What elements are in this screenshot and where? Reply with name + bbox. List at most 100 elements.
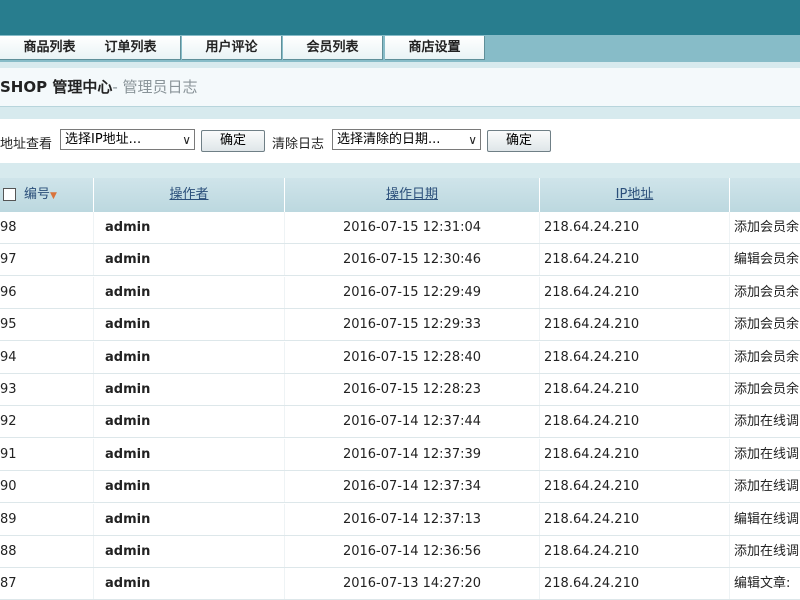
row-date: 2016-07-14 12:36:56 (285, 536, 540, 567)
page-title-sub: - 管理员日志 (112, 78, 198, 96)
row-id: 89 (0, 503, 94, 535)
clear-date-select-value: 选择清除的日期... (337, 132, 441, 147)
row-operator: admin (94, 212, 285, 243)
row-date: 2016-07-15 12:28:40 (285, 341, 540, 373)
column-header-action (730, 178, 800, 212)
table-row: 93 admin 2016-07-15 12:28:23 218.64.24.210 添… (0, 374, 800, 406)
column-header-date[interactable]: 操作日期 (285, 178, 540, 212)
row-operator: admin (94, 341, 285, 373)
row-date: 2016-07-13 14:27:20 (285, 568, 540, 600)
row-id: 98 (0, 212, 94, 243)
clear-date-select[interactable]: 选择清除的日期... ∨ (332, 129, 481, 150)
row-date: 2016-07-15 12:31:04 (285, 212, 540, 243)
row-operator: admin (94, 374, 285, 405)
row-action: 编辑在线调 (734, 511, 800, 527)
row-date: 2016-07-14 12:37:34 (285, 471, 540, 503)
row-action: 添加在线调 (734, 544, 800, 559)
row-operator: admin (94, 503, 285, 535)
row-date: 2016-07-14 12:37:39 (285, 438, 540, 470)
row-action: 编辑会员余 (734, 252, 800, 268)
row-ip-address: 218.64.24.210 (540, 374, 730, 405)
row-ip-address: 218.64.24.210 (540, 471, 730, 503)
row-action: 添加会员余 (734, 382, 800, 397)
row-id: 92 (0, 406, 94, 438)
ip-confirm-button[interactable]: 确定 (201, 130, 265, 152)
table-row: 90 admin 2016-07-14 12:37:34 218.64.24.210 添… (0, 471, 800, 504)
table-row: 98 admin 2016-07-15 12:31:04 218.64.24.210 添… (0, 212, 800, 244)
row-id: 95 (0, 309, 94, 341)
row-action: 添加会员余 (734, 349, 800, 365)
row-id: 93 (0, 374, 94, 405)
row-operator: admin (94, 406, 285, 438)
tab-shop-settings[interactable]: 商店设置 (385, 36, 485, 60)
ip-select[interactable]: 选择IP地址... ∨ (60, 129, 195, 150)
row-id: 97 (0, 244, 94, 276)
row-action: 添加会员余 (734, 220, 800, 235)
divider-strip (0, 163, 800, 178)
row-operator: admin (94, 244, 285, 276)
row-id: 91 (0, 438, 94, 470)
row-ip-address: 218.64.24.210 (540, 536, 730, 567)
row-ip-address: 218.64.24.210 (540, 438, 730, 470)
page-title: SHOP 管理中心- 管理员日志 (0, 68, 800, 107)
row-operator: admin (94, 309, 285, 341)
row-date: 2016-07-15 12:29:49 (285, 276, 540, 308)
top-banner (0, 0, 800, 35)
select-all-checkbox[interactable] (3, 188, 16, 201)
sort-by-id-link[interactable]: 编号▼ (24, 178, 57, 213)
table-header: 编号▼ 操作者 操作日期 IP地址 (0, 178, 800, 212)
clear-confirm-button[interactable]: 确定 (487, 130, 551, 152)
tab-orders[interactable]: 订单列表 (81, 36, 181, 60)
row-ip-address: 218.64.24.210 (540, 341, 730, 373)
row-action: 添加在线调 (734, 446, 800, 462)
row-operator: admin (94, 536, 285, 567)
clear-log-label: 清除日志 (272, 137, 325, 152)
chevron-down-icon: ∨ (182, 133, 191, 147)
row-id: 90 (0, 471, 94, 503)
sort-arrow-icon: ▼ (50, 191, 57, 201)
row-operator: admin (94, 276, 285, 308)
row-ip-address: 218.64.24.210 (540, 244, 730, 276)
ip-filter-label: 地址查看 (0, 137, 53, 152)
row-action: 添加在线调 (734, 414, 800, 430)
page-title-main: SHOP 管理中心 (0, 78, 113, 96)
column-header-user[interactable]: 操作者 (94, 178, 285, 212)
chevron-down-icon: ∨ (468, 133, 477, 147)
row-action: 编辑文章: (734, 576, 791, 592)
row-ip-address: 218.64.24.210 (540, 212, 730, 243)
row-operator: admin (94, 471, 285, 503)
row-operator: admin (94, 438, 285, 470)
row-id: 88 (0, 536, 94, 567)
row-ip-address: 218.64.24.210 (540, 309, 730, 341)
column-header-id: 编号▼ (0, 178, 94, 212)
row-ip-address: 218.64.24.210 (540, 406, 730, 438)
row-ip-address: 218.64.24.210 (540, 503, 730, 535)
row-ip-address: 218.64.24.210 (540, 276, 730, 308)
row-date: 2016-07-14 12:37:13 (285, 503, 540, 535)
column-header-ip[interactable]: IP地址 (540, 178, 730, 212)
row-date: 2016-07-15 12:29:33 (285, 309, 540, 341)
row-id: 94 (0, 341, 94, 373)
row-ip-address: 218.64.24.210 (540, 568, 730, 600)
table-row: 95 admin 2016-07-15 12:29:33 218.64.24.210 添… (0, 309, 800, 342)
row-action: 添加会员余 (734, 317, 800, 333)
tab-members[interactable]: 会员列表 (283, 36, 383, 60)
row-id: 87 (0, 568, 94, 600)
row-id: 96 (0, 276, 94, 308)
table-row: 91 admin 2016-07-14 12:37:39 218.64.24.210 添… (0, 438, 800, 471)
table-row: 92 admin 2016-07-14 12:37:44 218.64.24.210 添… (0, 406, 800, 439)
table-row: 97 admin 2016-07-15 12:30:46 218.64.24.210 编… (0, 244, 800, 277)
row-date: 2016-07-14 12:37:44 (285, 406, 540, 438)
main-nav: 商品列表 订单列表 用户评论 会员列表 商店设置 (0, 35, 800, 62)
row-action: 添加在线调 (734, 479, 800, 495)
table-row: 88 admin 2016-07-14 12:36:56 218.64.24.210 添… (0, 536, 800, 568)
table-row: 89 admin 2016-07-14 12:37:13 218.64.24.210 编… (0, 503, 800, 536)
ip-select-value: 选择IP地址... (65, 132, 142, 147)
table-row: 87 admin 2016-07-13 14:27:20 218.64.24.210 编… (0, 568, 800, 600)
row-operator: admin (94, 568, 285, 600)
row-action: 添加会员余 (734, 284, 800, 300)
filter-bar: 地址查看 选择IP地址... ∨ 确定 清除日志 选择清除的日期... ∨ 确定 (0, 119, 800, 163)
tab-user-comments[interactable]: 用户评论 (182, 36, 282, 60)
row-date: 2016-07-15 12:28:23 (285, 374, 540, 405)
divider-strip (0, 107, 800, 119)
